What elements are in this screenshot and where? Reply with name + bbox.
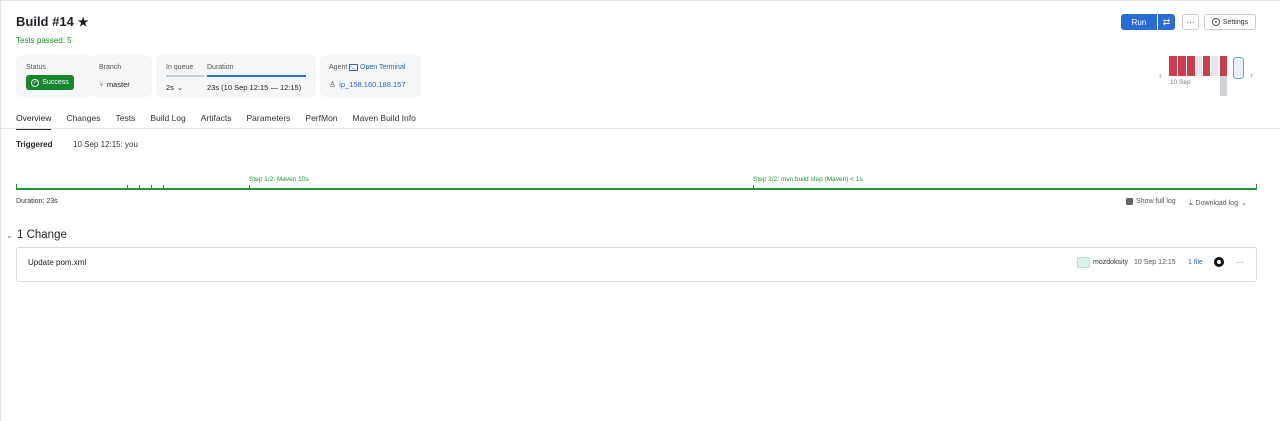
download-icon: ⤓ (1189, 198, 1193, 207)
tab-tests[interactable]: Tests (115, 113, 135, 129)
change-files-link[interactable]: 1 file (1188, 259, 1203, 266)
check-circle-icon: ✓ (31, 78, 40, 87)
open-terminal-label: Open Terminal (360, 64, 406, 71)
branch-card: Branch ⑂ master (89, 55, 152, 97)
tab-maven-build-info[interactable]: Maven Build Info (353, 113, 416, 129)
tab-parameters[interactable]: Parameters (246, 113, 290, 129)
history-bar[interactable] (1178, 56, 1186, 76)
build-timeline[interactable] (16, 188, 1257, 190)
timeline-step-2[interactable]: Step 2/2: mvn build step (Maven) < 1s (753, 176, 863, 183)
history-bar[interactable] (1196, 56, 1202, 76)
build-history-chart: 10 Sep (1169, 56, 1245, 98)
swap-icon: ⇄ (1162, 16, 1171, 27)
history-bar[interactable] (1203, 56, 1210, 76)
agent-link[interactable]: ♙ ip_158.160.188.157 (329, 80, 406, 89)
agent-card: Agent ›_ Open Terminal ♙ ip_158.160.188.… (320, 55, 421, 97)
show-full-log-label: Show full log (1136, 198, 1176, 205)
history-bar[interactable] (1187, 56, 1195, 76)
tab-perfmon[interactable]: PerfMon (305, 113, 337, 129)
queue-progress-bar (166, 75, 204, 77)
status-card: Status ✓ Success (16, 55, 91, 97)
change-author[interactable]: mozdoksity (1093, 259, 1128, 266)
collapse-changes-icon[interactable]: ⌄ (6, 231, 13, 240)
run-options-button[interactable]: ⇄ (1158, 14, 1175, 30)
timeline-tick (16, 184, 17, 189)
tab-overview[interactable]: Overview (16, 113, 52, 130)
page-title: Build #14 (16, 14, 74, 29)
timeline-tick (139, 185, 140, 189)
history-bar-current[interactable] (1233, 57, 1244, 79)
linux-icon: ♙ (329, 80, 337, 89)
build-title-row: Build #14 ★ (16, 14, 89, 29)
more-actions-button[interactable]: ··· (1182, 14, 1199, 30)
timeline-tick (163, 185, 164, 189)
open-terminal-link[interactable]: ›_ Open Terminal (349, 64, 405, 71)
build-duration: Duration: 23s (16, 198, 58, 205)
star-icon[interactable]: ★ (78, 15, 89, 29)
download-log-link[interactable]: ⤓ Download log ⌄ (1189, 198, 1247, 208)
github-icon[interactable] (1214, 257, 1224, 267)
duration-value: 23s (10 Sep 12:15 — 12:15) (207, 83, 302, 92)
tab-artifacts[interactable]: Artifacts (201, 113, 232, 129)
changes-heading[interactable]: 1 Change (17, 229, 67, 241)
branch-value[interactable]: ⑂ master (99, 80, 130, 89)
status-value: Success (42, 79, 69, 86)
tab-changes[interactable]: Changes (66, 113, 100, 129)
history-bar[interactable] (1220, 76, 1227, 96)
agent-name: ip_158.160.188.157 (339, 80, 406, 89)
queue-duration-card: In queue Duration 2s ⌄ 23s (10 Sep 12:15… (156, 55, 316, 97)
settings-label: Settings (1222, 18, 1249, 26)
branch-icon: ⑂ (99, 80, 104, 89)
tab-build-log[interactable]: Build Log (150, 113, 185, 129)
history-bar[interactable] (1211, 56, 1218, 76)
branch-name: master (106, 80, 130, 89)
run-button[interactable]: Run (1121, 14, 1157, 30)
download-log-label: Download log (1195, 199, 1238, 207)
history-bar[interactable] (1169, 56, 1177, 76)
duration-progress-bar (207, 75, 306, 77)
history-date: 10 Sep (1170, 79, 1191, 86)
triggered-label: Triggered (16, 140, 53, 149)
queue-dropdown[interactable]: 2s ⌄ (166, 83, 183, 92)
change-message[interactable]: Update pom.xml (28, 258, 86, 267)
avatar (1077, 257, 1090, 268)
change-row[interactable] (16, 247, 1257, 282)
chevron-down-icon: ⌄ (176, 83, 184, 92)
agent-label: Agent (329, 64, 348, 71)
triggered-value: 10 Sep 12:15: you (73, 140, 138, 149)
terminal-icon: ›_ (349, 64, 358, 71)
tabs-divider (0, 128, 1280, 129)
timeline-tick (127, 185, 128, 189)
duration-label: Duration (207, 64, 234, 71)
branch-label: Branch (99, 64, 122, 71)
queue-label: In queue (166, 64, 194, 71)
timeline-tick (753, 185, 754, 189)
log-icon (1126, 198, 1133, 205)
change-time: 10 Sep 12:15 (1134, 259, 1176, 266)
timeline-tick (1256, 184, 1257, 189)
show-full-log-link[interactable]: Show full log (1126, 198, 1176, 205)
timeline-step-1[interactable]: Step 1/2: Maven 10s (249, 176, 309, 183)
gear-icon (1211, 18, 1220, 26)
settings-button[interactable]: Settings (1204, 14, 1256, 30)
chevron-down-icon: ⌄ (1240, 200, 1247, 207)
timeline-tick (249, 185, 250, 189)
history-bar[interactable] (1220, 56, 1227, 76)
history-next-arrow[interactable]: › (1250, 70, 1253, 80)
tests-passed-link[interactable]: Tests passed: 5 (16, 36, 72, 45)
timeline-tick (151, 185, 152, 189)
status-label: Status (26, 64, 46, 71)
queue-value: 2s (166, 83, 174, 92)
history-prev-arrow[interactable]: ‹ (1159, 70, 1162, 80)
tab-bar: Overview Changes Tests Build Log Artifac… (16, 113, 431, 130)
change-more-button[interactable]: ··· (1236, 258, 1244, 267)
status-badge: ✓ Success (26, 75, 74, 90)
